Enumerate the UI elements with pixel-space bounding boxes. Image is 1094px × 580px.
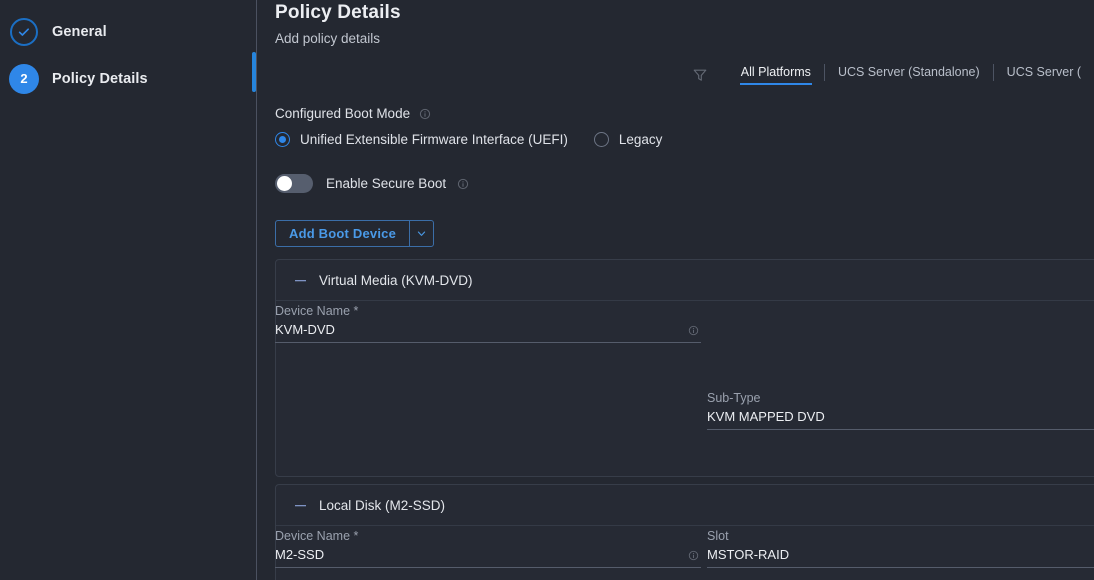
boot-device-card: Virtual Media (KVM-DVD) Enabled (275, 259, 1094, 477)
boot-mode-radio-group: Unified Extensible Firmware Interface (U… (275, 132, 662, 147)
secure-boot-row: Enable Secure Boot (275, 174, 469, 193)
minus-icon[interactable] (294, 499, 307, 512)
policy-details-panel: Policy Details Add policy details All Pl… (257, 0, 1094, 580)
tab-all-platforms[interactable]: All Platforms (728, 65, 824, 85)
field-underline: KVM-DVD (275, 322, 701, 343)
minus-icon[interactable] (294, 274, 307, 287)
secure-boot-label: Enable Secure Boot (326, 176, 447, 191)
field-label: Slot (707, 529, 729, 543)
radio-uefi[interactable] (275, 132, 290, 147)
sub-type-value: KVM MAPPED DVD (707, 409, 825, 424)
info-icon[interactable] (688, 325, 699, 336)
platform-filter-bar: All Platforms UCS Server (Standalone) UC… (275, 60, 1094, 90)
field-underline: M2-SSD (275, 547, 701, 568)
boot-mode-label-text: Configured Boot Mode (275, 106, 411, 121)
boot-device-card-header: Local Disk (M2-SSD) Enabled (276, 485, 1094, 526)
slot-field[interactable]: Slot MSTOR-RAID (707, 529, 1094, 568)
filter-icon[interactable] (692, 67, 708, 83)
tab-ucs-server-fi-attached[interactable]: UCS Server ( (994, 65, 1094, 85)
wizard-steps-sidebar: General 2 Policy Details (0, 0, 257, 580)
tab-ucs-server-standalone[interactable]: UCS Server (Standalone) (825, 65, 993, 85)
info-icon[interactable] (688, 550, 699, 561)
sub-type-field[interactable]: Sub-Type KVM MAPPED DVD (707, 391, 1094, 430)
radio-legacy-label: Legacy (618, 132, 663, 147)
sidebar-step-label-policy-details: Policy Details (52, 70, 148, 87)
info-icon[interactable] (419, 108, 431, 120)
secure-boot-toggle[interactable] (275, 174, 313, 193)
radio-uefi-label: Unified Extensible Firmware Interface (U… (300, 132, 568, 147)
check-icon (18, 27, 29, 36)
info-icon[interactable] (457, 178, 469, 190)
device-name-value: KVM-DVD (275, 322, 335, 337)
configured-boot-mode-label: Configured Boot Mode (275, 106, 431, 121)
radio-legacy[interactable] (593, 132, 609, 147)
field-label: Device Name * (275, 304, 359, 318)
field-underline: KVM MAPPED DVD (707, 409, 1094, 430)
boot-device-title: Virtual Media (KVM-DVD) (319, 272, 473, 288)
page-subtitle: Add policy details (275, 31, 381, 46)
field-label: Device Name * (275, 529, 359, 543)
add-boot-device-button[interactable]: Add Boot Device (275, 220, 435, 247)
sidebar-step-label-general: General (52, 23, 107, 40)
boot-device-title: Local Disk (M2-SSD) (319, 497, 446, 513)
sidebar-step-general[interactable]: General (0, 8, 257, 55)
device-name-field[interactable]: Device Name * M2-SSD (275, 529, 701, 568)
page-title: Policy Details (275, 2, 401, 23)
field-label: Sub-Type (707, 391, 761, 405)
chevron-down-icon[interactable] (410, 221, 433, 246)
slot-value: MSTOR-RAID (707, 547, 790, 562)
device-name-value: M2-SSD (275, 547, 325, 562)
sidebar-step-policy-details[interactable]: 2 Policy Details (0, 55, 257, 102)
add-boot-device-label: Add Boot Device (289, 226, 397, 241)
step-number: 2 (20, 71, 28, 86)
policy-wizard-screen: General 2 Policy Details Policy Details … (0, 0, 1094, 580)
boot-device-card-header: Virtual Media (KVM-DVD) Enabled (276, 260, 1094, 301)
device-name-field[interactable]: Device Name * KVM-DVD (275, 304, 701, 343)
step-complete-marker (10, 17, 38, 46)
step-current-marker: 2 (10, 64, 38, 93)
toggle-knob (277, 176, 292, 191)
field-underline: MSTOR-RAID (707, 547, 1094, 568)
